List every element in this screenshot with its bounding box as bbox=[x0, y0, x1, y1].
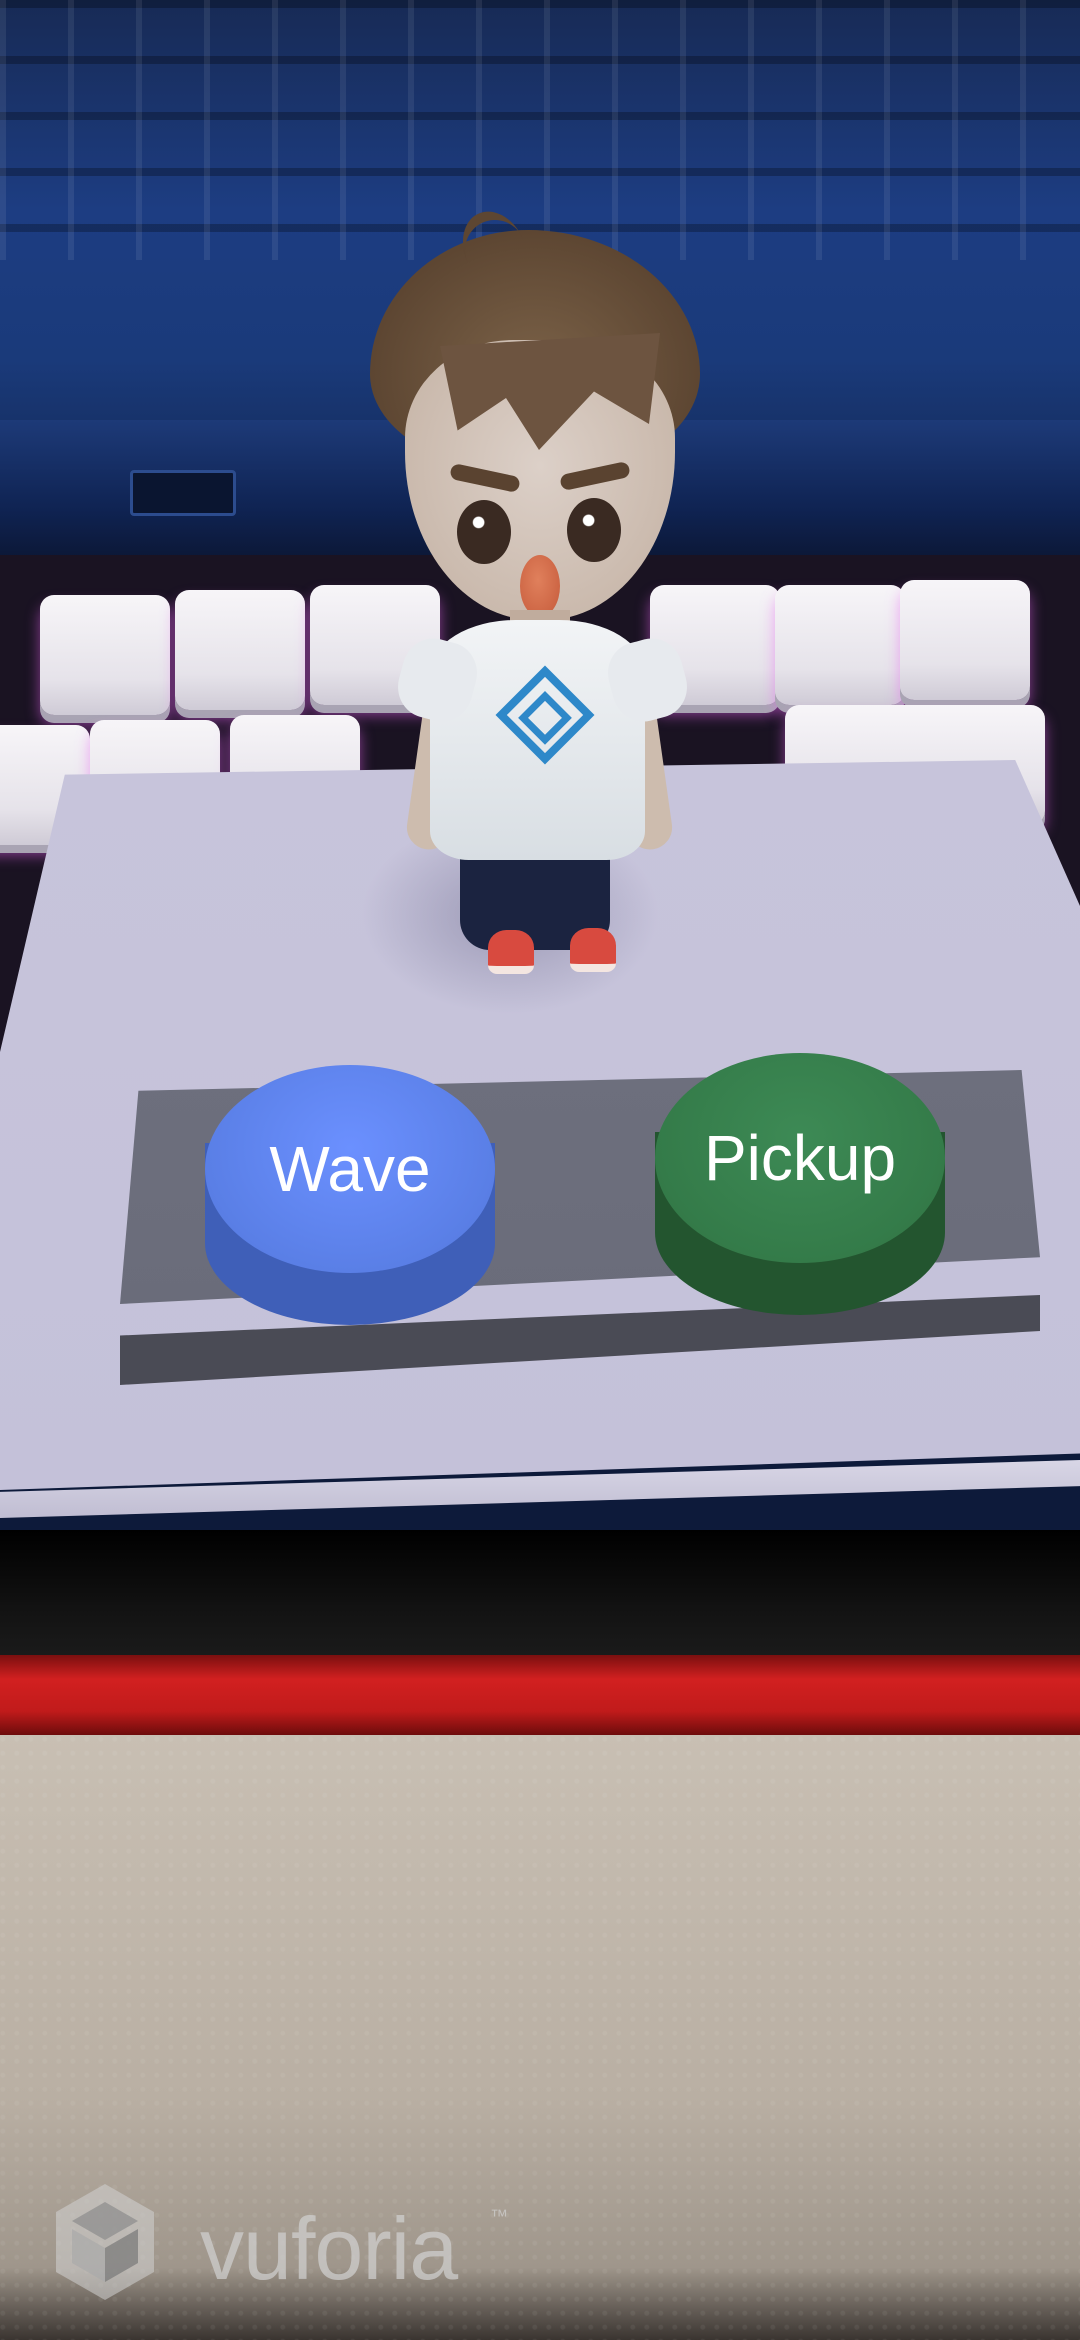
wave-button[interactable]: Wave bbox=[205, 1065, 495, 1325]
laptop-port bbox=[130, 470, 236, 516]
desk-mat-stitching bbox=[0, 1655, 1080, 1735]
wave-button-label: Wave bbox=[205, 1065, 495, 1273]
keycap bbox=[775, 585, 905, 705]
vuforia-brand-text: vuforia bbox=[200, 2199, 458, 2298]
keycap bbox=[40, 595, 170, 715]
pickup-button[interactable]: Pickup bbox=[655, 1053, 945, 1315]
desk-mat bbox=[0, 1530, 1080, 1660]
keycap bbox=[900, 580, 1030, 700]
vuforia-watermark: vuforia ™ bbox=[50, 2180, 530, 2310]
pickup-button-label: Pickup bbox=[655, 1053, 945, 1263]
ar-camera-view: Wave Pickup vuforia ™ bbox=[0, 0, 1080, 2340]
trademark-symbol: ™ bbox=[490, 2206, 508, 2226]
keycap bbox=[175, 590, 305, 710]
character-right-eye bbox=[567, 498, 621, 562]
ar-character[interactable] bbox=[370, 201, 710, 990]
character-left-eye bbox=[457, 500, 511, 564]
character-left-shoe bbox=[488, 930, 534, 974]
character-right-shoe bbox=[570, 928, 616, 972]
character-nose bbox=[520, 555, 560, 617]
vuforia-logo-icon bbox=[56, 2184, 154, 2300]
